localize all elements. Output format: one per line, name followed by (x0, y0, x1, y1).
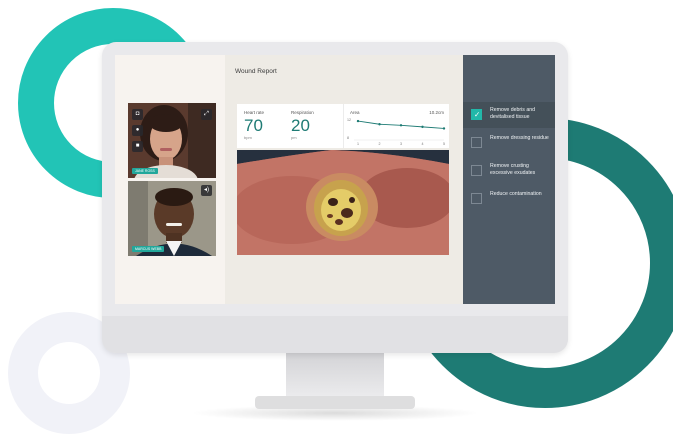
video-icon[interactable]: ■ (132, 141, 143, 152)
checkmark-icon: ✓ (474, 110, 481, 119)
monitor-chin (102, 316, 568, 353)
x-tick-label: 4 (422, 142, 424, 146)
respiration-label: Respiration (291, 110, 314, 115)
task-label: Remove crusting excessive exudates (490, 163, 536, 176)
respiration-unit: pm (291, 135, 297, 140)
respiration-value: 20 (291, 116, 310, 135)
task-item[interactable]: ✓ Remove debris and devitalised tissue (463, 102, 555, 128)
monitor-neck (286, 353, 384, 398)
task-checkbox[interactable] (471, 165, 482, 176)
participant-name-tag: JANE ROSS (132, 168, 158, 174)
screen: ◘ ● ■ ⤢ JANE ROSS ◂) MARCUS WEBB Wound R… (115, 55, 555, 304)
vitals-card: Heart rate 70 bpm Respiration 20 pm Area… (237, 104, 449, 148)
area-block: Area 10.2cm 12 8 12345 (343, 104, 450, 148)
heart-rate-block: Heart rate 70 bpm (244, 110, 264, 140)
x-tick-label: 5 (443, 142, 445, 146)
area-data-point (378, 123, 381, 126)
speaker-icon[interactable]: ◂) (201, 185, 212, 196)
area-trend-chart: 12 8 12345 (347, 118, 446, 146)
video-panel: ◘ ● ■ ⤢ JANE ROSS ◂) MARCUS WEBB (115, 55, 225, 304)
page-title: Wound Report (235, 68, 277, 75)
task-sidebar: ✓ Remove debris and devitalised tissue Rem… (463, 55, 555, 304)
task-item[interactable]: Reduce contamination (463, 186, 555, 212)
video-tile-patient[interactable]: ◘ ● ■ ⤢ JANE ROSS (128, 103, 216, 178)
video-tile-clinician[interactable]: ◂) MARCUS WEBB (128, 181, 216, 256)
camera-icon[interactable]: ◘ (132, 109, 143, 120)
task-label: Remove debris and devitalised tissue (490, 107, 535, 120)
task-item[interactable]: Remove dressing residue (463, 130, 555, 156)
task-checkbox[interactable] (471, 137, 482, 148)
y-tick-label: 12 (347, 118, 351, 122)
task-label: Reduce contamination (490, 191, 542, 197)
x-tick-label: 2 (379, 142, 381, 146)
wound-photo[interactable] (237, 150, 449, 255)
area-data-point (399, 124, 403, 127)
task-item[interactable]: Remove crusting excessive exudates (463, 158, 555, 184)
respiration-block: Respiration 20 pm (291, 110, 314, 140)
monitor-base (255, 396, 415, 409)
report-panel: Wound Report Heart rate 70 bpm Respirati… (225, 55, 463, 304)
task-checkbox[interactable]: ✓ (471, 109, 482, 120)
y-tick-label: 8 (347, 136, 349, 140)
heart-rate-value: 70 (244, 116, 263, 135)
heart-rate-label: Heart rate (244, 110, 265, 115)
microphone-icon[interactable]: ● (132, 125, 143, 136)
expand-icon[interactable]: ⤢ (201, 109, 212, 120)
area-data-point (421, 125, 424, 129)
heart-rate-unit: bpm (244, 135, 252, 140)
wound-photo-image (237, 150, 449, 255)
x-tick-label: 3 (400, 142, 402, 146)
area-data-point (356, 119, 360, 123)
task-label: Remove dressing residue (490, 135, 549, 141)
participant-name-tag: MARCUS WEBB (132, 246, 165, 252)
area-data-point (442, 127, 446, 130)
task-checkbox[interactable] (471, 193, 482, 204)
x-tick-label: 1 (357, 142, 359, 146)
